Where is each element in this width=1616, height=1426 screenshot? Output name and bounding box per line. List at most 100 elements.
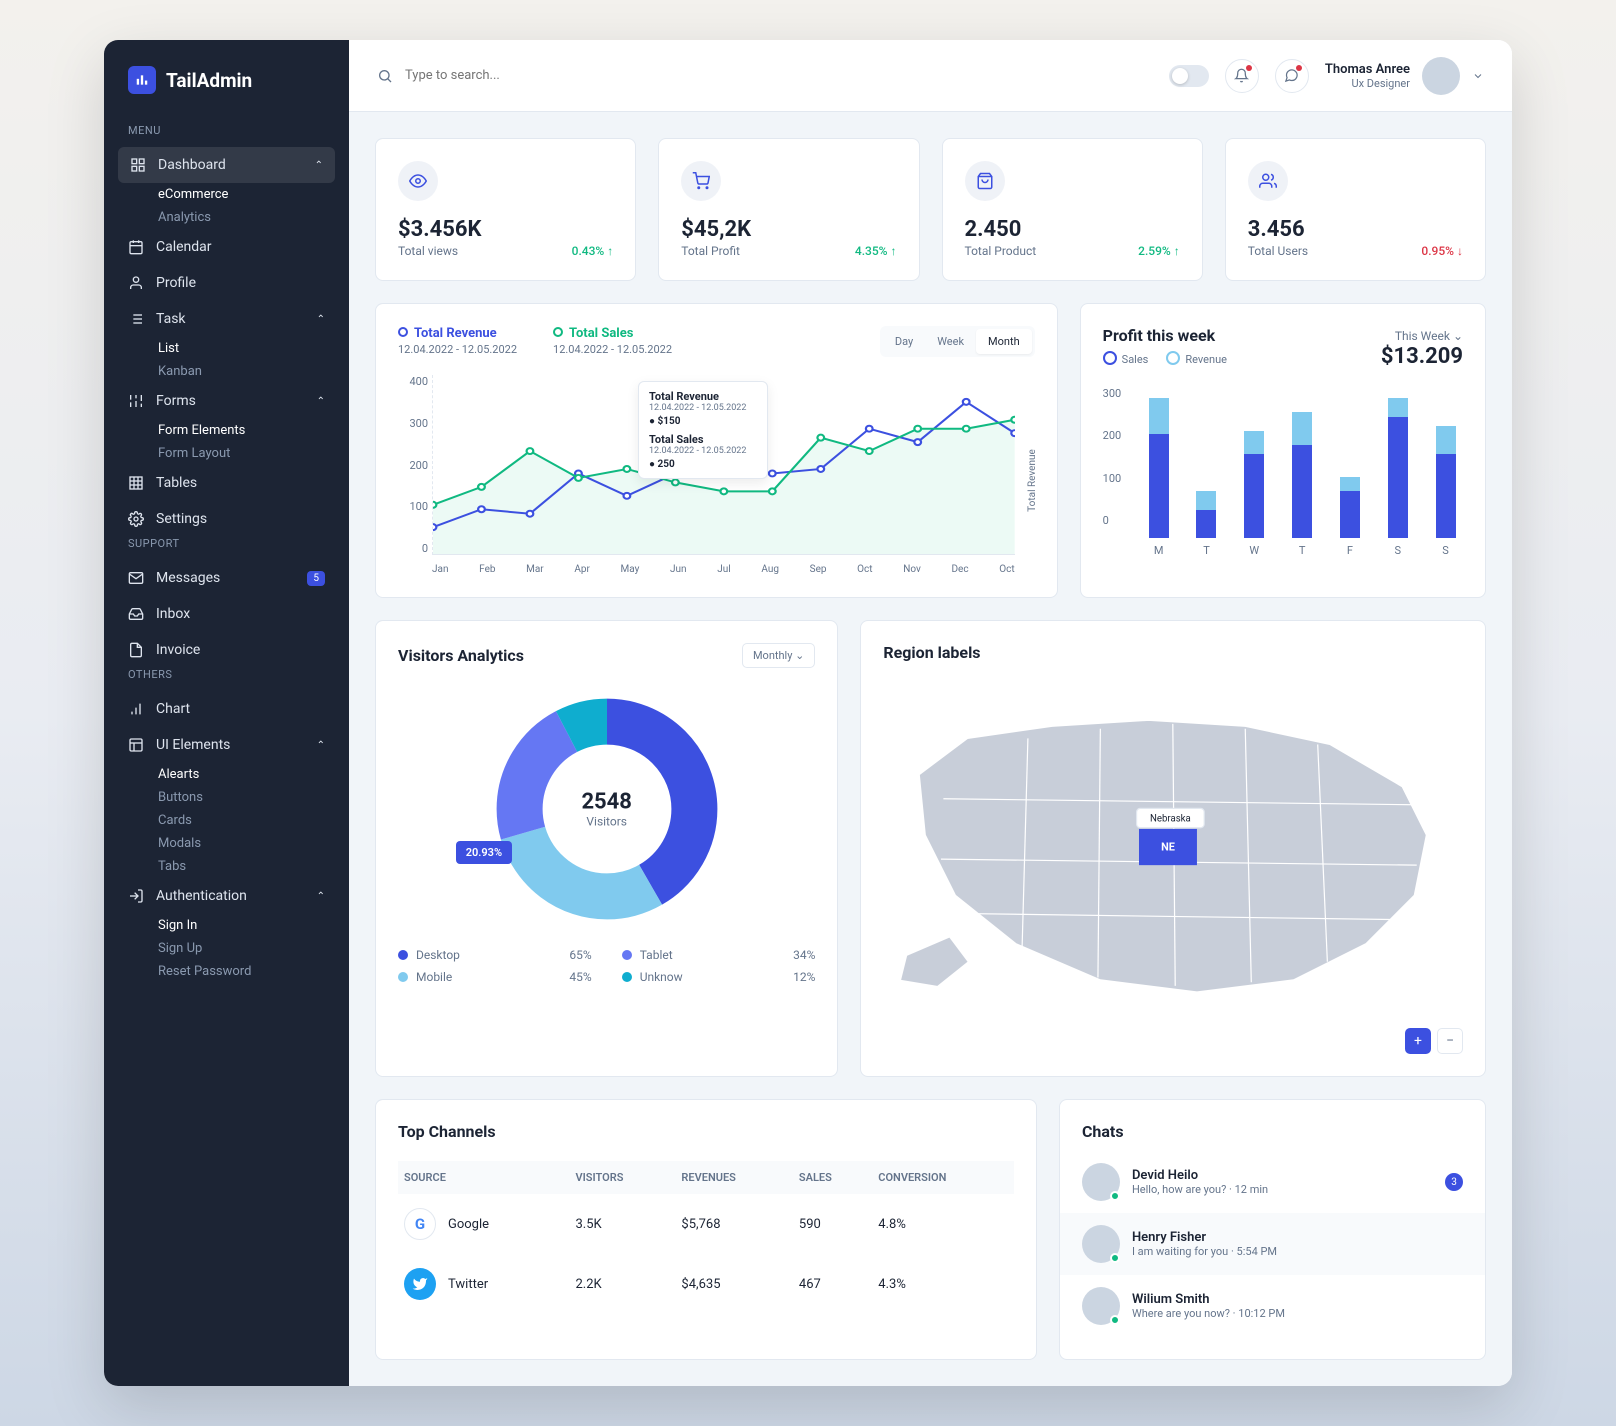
avatar [1082,1287,1120,1325]
stat-card-total-views: $3.456K Total views 0.43% ↑ [375,138,636,281]
sidebar-item-profile[interactable]: Profile [104,265,349,301]
sidebar-item-authentication[interactable]: Authentication ⌃ [104,878,349,914]
sidebar-item-chart[interactable]: Chart [104,691,349,727]
revenue-chart-card: Total Revenue 12.04.2022 - 12.05.2022 To… [375,303,1058,598]
task-icon [128,311,144,327]
sidebar-sub-sign-in[interactable]: Sign In [104,914,349,937]
topbar: Thomas Anree Ux Designer [349,40,1512,112]
channel-row-twitter[interactable]: Twitter 2.2K$4,6354674.3% [398,1254,1014,1314]
sidebar-item-settings[interactable]: Settings [104,501,349,537]
chat-row-wilium-smith[interactable]: Wilium Smith Where are you now? · 10:12 … [1082,1275,1463,1337]
region-map-card: Region labels Nebraska NE [860,620,1486,1077]
sidebar-sub-analytics[interactable]: Analytics [104,206,349,229]
visitors-title: Visitors Analytics [398,646,524,665]
sidebar-item-invoice[interactable]: Invoice [104,632,349,668]
search-input[interactable] [405,68,665,83]
visitors-donut: 2548 Visitors 20.93% [492,694,722,924]
sidebar-sub-form-elements[interactable]: Form Elements [104,419,349,442]
sidebar-item-calendar[interactable]: Calendar [104,229,349,265]
sidebar-item-ui-elements[interactable]: UI Elements ⌃ [104,727,349,763]
theme-toggle[interactable] [1169,65,1209,87]
auth-icon [128,888,144,904]
bar-T: T [1285,398,1320,557]
period-tab-week[interactable]: Week [925,329,976,354]
sidebar-sub-ecommerce[interactable]: eCommerce [104,183,349,206]
profile-icon [128,275,144,291]
sidebar-sub-reset-password[interactable]: Reset Password [104,960,349,983]
profit-value: $13.209 [1103,344,1463,369]
sidebar-item-messages[interactable]: Messages 5 [104,560,349,596]
sidebar-item-task[interactable]: Task ⌃ [104,301,349,337]
bar-F: F [1332,398,1367,557]
profit-title: Profit this week [1103,326,1216,345]
users-icon [1248,161,1288,201]
notifications-button[interactable] [1225,59,1259,93]
stat-delta: 2.59% ↑ [1138,244,1180,258]
sidebar-sub-tabs[interactable]: Tabs [104,855,349,878]
avatar [1082,1163,1120,1201]
bar-W: W [1237,398,1272,557]
donut-legend-desktop: Desktop65% [398,948,592,962]
tables-icon [128,475,144,491]
channels-table: SOURCEVISITORSREVENUESSALESCONVERSION GG… [398,1161,1014,1314]
us-map[interactable]: Nebraska NE [883,678,1463,1016]
sidebar-sub-cards[interactable]: Cards [104,809,349,832]
bar-T: T [1189,398,1224,557]
avatar [1082,1225,1120,1263]
donut-legend-tablet: Tablet34% [622,948,816,962]
map-zoom-out[interactable]: − [1437,1028,1463,1054]
sidebar-section-label: MENU [104,124,349,147]
period-tabs: DayWeekMonth [880,326,1035,357]
sidebar-item-forms[interactable]: Forms ⌃ [104,383,349,419]
chevron-up-icon: ⌃ [317,314,325,325]
messages-icon [128,570,144,586]
svg-text:NE: NE [1161,841,1175,854]
chevron-up-icon: ⌃ [317,740,325,751]
ui-icon [128,737,144,753]
inbox-icon [128,606,144,622]
settings-icon [128,511,144,527]
chats-card: Chats Devid Heilo Hello, how are you? · … [1059,1099,1486,1360]
sidebar-sub-kanban[interactable]: Kanban [104,360,349,383]
main-area: Thomas Anree Ux Designer $3.456K Total v… [349,40,1512,1386]
user-menu[interactable]: Thomas Anree Ux Designer [1325,57,1484,95]
bar-S: S [1380,398,1415,557]
channels-card: Top Channels SOURCEVISITORSREVENUESSALES… [375,1099,1037,1360]
legend-revenue: Total Revenue [414,326,497,341]
period-tab-month[interactable]: Month [976,329,1032,354]
map-zoom-in[interactable]: + [1405,1028,1431,1054]
sidebar-item-inbox[interactable]: Inbox [104,596,349,632]
profit-period-select[interactable]: This Week ⌄ [1395,329,1463,343]
sidebar-sub-form-layout[interactable]: Form Layout [104,442,349,465]
visitors-card: Visitors Analytics Monthly ⌄ 2548 Visito… [375,620,838,1077]
period-tab-day[interactable]: Day [883,329,925,354]
dashboard-icon [130,157,146,173]
donut-legend-mobile: Mobile45% [398,970,592,984]
channels-title: Top Channels [398,1122,1014,1141]
chevron-up-icon: ⌃ [315,160,323,171]
user-role: Ux Designer [1325,77,1410,90]
revenue-line-chart: 4003002001000 JanFebMarAprMayJunJulAugSe… [398,375,1035,575]
sidebar-section-label: SUPPORT [104,537,349,560]
messages-button[interactable] [1275,59,1309,93]
sidebar-sub-list[interactable]: List [104,337,349,360]
brand-name: TailAdmin [166,69,252,92]
chart-tooltip: Total Revenue 12.04.2022 - 12.05.2022 ● … [638,381,768,479]
sidebar-sub-alearts[interactable]: Alearts [104,763,349,786]
cart-icon [681,161,721,201]
sidebar-sub-buttons[interactable]: Buttons [104,786,349,809]
visitors-select[interactable]: Monthly ⌄ [742,643,815,668]
sidebar-sub-modals[interactable]: Modals [104,832,349,855]
sidebar-sub-sign-up[interactable]: Sign Up [104,937,349,960]
bag-icon [965,161,1005,201]
sidebar-item-tables[interactable]: Tables [104,465,349,501]
stat-delta: 0.43% ↑ [572,244,614,258]
channel-row-google[interactable]: GGoogle 3.5K$5,7685904.8% [398,1194,1014,1254]
sidebar-item-dashboard[interactable]: Dashboard ⌃ [118,147,335,183]
chart-icon [128,701,144,717]
donut-badge: 20.93% [456,841,512,864]
chat-row-henry-fisher[interactable]: Henry Fisher I am waiting for you · 5:54… [1060,1213,1485,1275]
chat-row-devid-heilo[interactable]: Devid Heilo Hello, how are you? · 12 min… [1082,1151,1463,1213]
brand-logo[interactable]: TailAdmin [104,66,349,124]
user-name: Thomas Anree [1325,62,1410,77]
